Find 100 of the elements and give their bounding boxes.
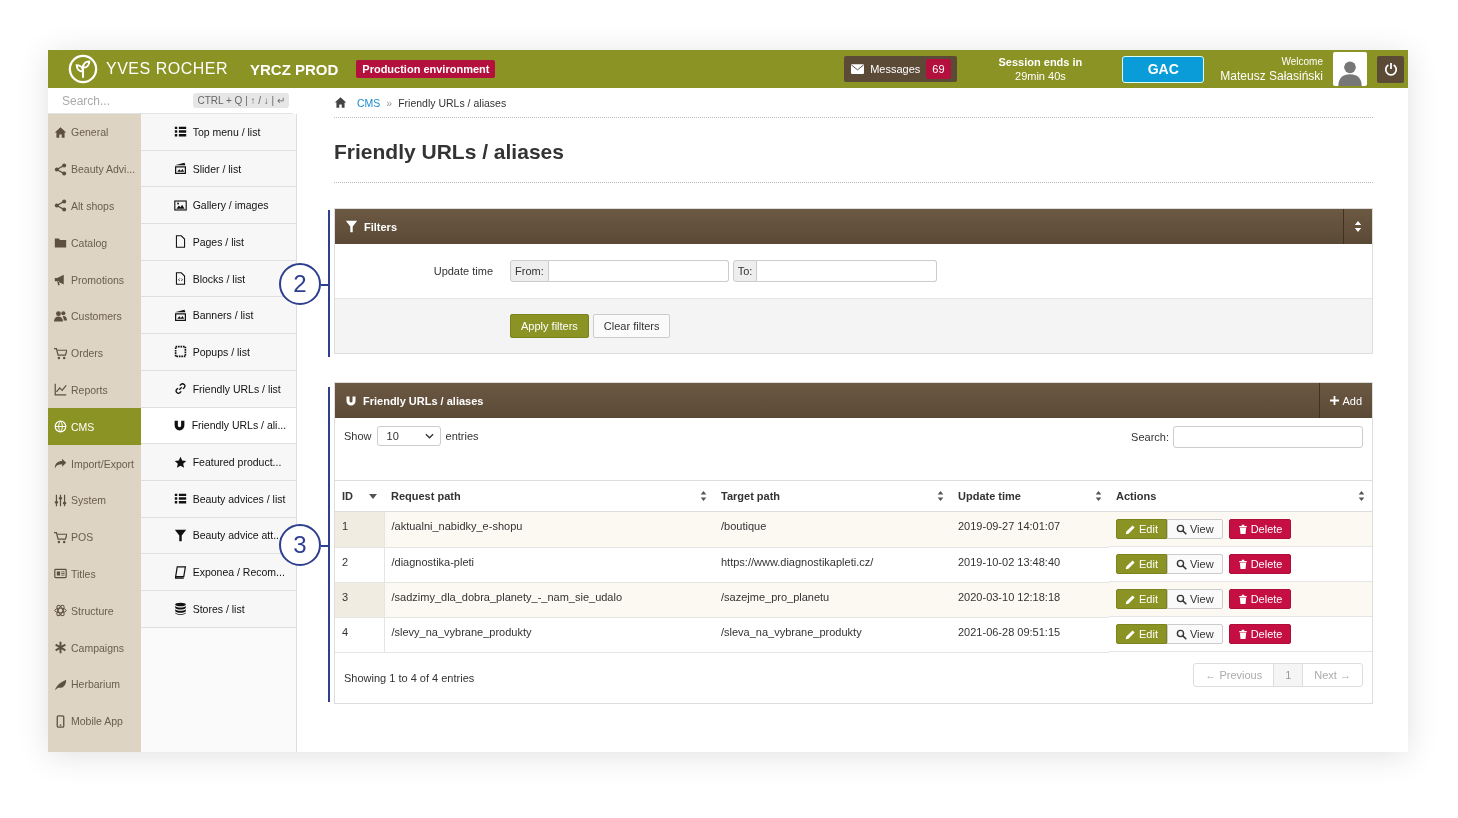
dashed-square-icon [173,345,187,359]
edit-button[interactable]: Edit [1116,554,1167,574]
cart-icon [54,346,67,360]
gac-button[interactable]: GAC [1122,55,1205,83]
table-cell: 2 [335,547,384,582]
sidebar-item[interactable]: General [48,114,141,151]
sidebar-item[interactable]: Beauty Advi... [48,150,141,188]
sidebar-item[interactable]: Titles [48,555,141,593]
column-header[interactable]: ID [335,480,384,512]
delete-button[interactable]: Delete [1228,589,1292,609]
power-button[interactable] [1377,55,1404,83]
table-cell: 2021-06-28 09:51:15 [951,617,1109,652]
edit-button[interactable]: Edit [1116,589,1167,609]
apply-filters-button[interactable]: Apply filters [510,314,589,338]
sidebar-item[interactable]: CMS [48,408,141,446]
table-cell: /sadzimy_dla_dobra_planety_-_nam_sie_udalo [384,582,714,617]
power-icon [1383,62,1398,76]
table-cell: /sleva_na_vybrane_produkty [714,617,951,652]
sidebar-item[interactable]: Reports [48,371,141,409]
sidebar-item[interactable]: Import/Export [48,445,141,482]
cart-icon [54,530,67,544]
search-icon [1175,628,1187,640]
sidebar-item[interactable]: System [48,481,141,519]
field-prefix: To: [732,260,758,282]
avatar-silhouette-icon [1333,52,1367,86]
session-label: Session ends in [998,56,1083,68]
pencil-icon [1125,628,1136,640]
table-search-field[interactable] [1173,426,1363,448]
share-icon [54,162,67,176]
table-cell: /sazejme_pro_planetu [714,582,951,617]
page-size-select[interactable]: 10 [376,426,441,446]
page-icon [173,235,187,249]
column-header[interactable]: Actions [1109,480,1372,512]
delete-button[interactable]: Delete [1228,624,1292,644]
home-icon [334,96,347,109]
delete-button[interactable]: Delete [1228,554,1292,574]
globe-icon [54,420,67,434]
star-icon [173,455,187,469]
link-icon [173,382,187,396]
table-cell: 1 [335,511,384,547]
edit-button[interactable]: Edit [1116,519,1167,539]
menu-search-field[interactable]: Search... [60,92,174,109]
magnet-icon [172,418,186,432]
edit-button[interactable]: Edit [1116,624,1167,644]
entries-label: entries [445,430,479,442]
trash-icon [1237,524,1248,534]
trash-icon [1237,559,1248,569]
chevron-down-icon [424,433,434,439]
clear-filters-button[interactable]: Clear filters [592,314,671,338]
add-button[interactable]: Add [1319,383,1372,418]
table-info: Showing 1 to 4 of 4 entries [344,671,475,684]
sidebar-item[interactable]: Herbarium [48,665,141,703]
breadcrumb-link[interactable]: CMS [357,96,381,109]
envelope-icon [851,64,865,74]
panel-title: Friendly URLs / aliases [363,394,484,407]
sidebar-item[interactable]: Mobile App [48,702,141,740]
column-header[interactable]: Update time [951,480,1109,512]
filter-icon [345,220,358,233]
book-icon [173,565,187,579]
sidebar-item[interactable]: Campaigns [48,629,141,666]
from-date-field[interactable] [548,260,729,282]
home-icon [54,125,67,139]
view-button[interactable]: View [1166,519,1223,539]
column-header[interactable]: Request path [384,480,714,512]
sidebar-item[interactable]: Promotions [48,261,141,298]
table-cell: /aktualni_nabidky_e-shopu [384,511,714,547]
table-cell: 2019-10-02 13:48:40 [951,547,1109,582]
id-card-icon [54,567,67,581]
column-header[interactable]: Target path [714,480,951,512]
view-button[interactable]: View [1166,554,1223,574]
table-cell: /slevy_na_vybrane_produkty [384,617,714,652]
view-button[interactable]: View [1166,589,1223,609]
table-cell: /boutique [714,511,951,547]
sidebar-item[interactable]: Orders [48,334,141,372]
trash-icon [1237,629,1248,639]
search-label: Search: [1131,431,1169,443]
sidebar-item[interactable]: POS [48,518,141,556]
shortcut-hint: CTRL + Q | ↑ / ↓ | ↵ [193,93,289,108]
sidebar-item[interactable]: Alt shops [48,187,141,225]
breadcrumb-separator: » [386,96,393,109]
sidebar-item[interactable]: Structure [48,592,141,630]
view-button[interactable]: View [1166,624,1223,644]
sidebar-item[interactable]: Customers [48,298,141,335]
sidebar-item[interactable]: Catalog [48,224,141,262]
users-icon [54,309,67,323]
pencil-icon [1125,593,1136,605]
leaf-icon [54,677,67,691]
submenu-item[interactable]: Friendly URLs / ali... [140,407,296,445]
table-cell: 3 [335,582,384,617]
welcome-text: Welcome [1281,55,1323,67]
messages-button[interactable]: Messages 69 [844,56,957,82]
session-remaining: 29min 40s [1015,70,1066,82]
field-prefix: From: [510,260,549,282]
to-date-field[interactable] [757,260,938,282]
callout-number: 2 [279,262,321,305]
delete-button[interactable]: Delete [1228,519,1292,539]
leaf-logo-icon [68,54,98,84]
share-icon [54,199,67,213]
megaphone-icon [54,273,67,287]
magnet-icon [345,394,357,407]
